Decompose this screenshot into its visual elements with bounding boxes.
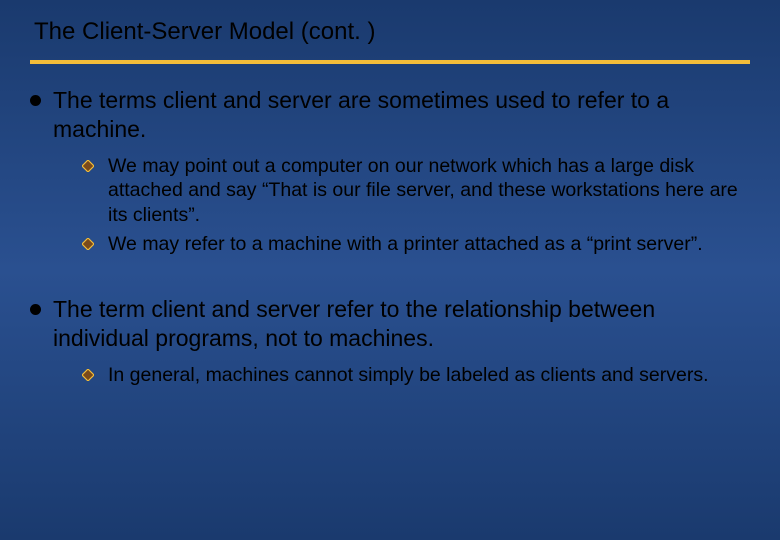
sub-bullet-text: We may point out a computer on our netwo… [108,154,750,229]
sub-bullet-group: We may point out a computer on our netwo… [82,154,750,258]
bullet-text: The terms client and server are sometime… [53,86,750,144]
bullet-level2: In general, machines cannot simply be la… [82,363,750,388]
bullet-dot-icon [30,304,41,315]
slide-title: The Client-Server Model (cont. ) [34,18,750,46]
bullet-text: The term client and server refer to the … [53,295,750,353]
slide: The Client-Server Model (cont. ) The ter… [0,0,780,540]
diamond-icon [82,160,94,172]
bullet-level2: We may point out a computer on our netwo… [82,154,750,229]
bullet-dot-icon [30,95,41,106]
diamond-icon [82,369,94,381]
bullet-level2: We may refer to a machine with a printer… [82,232,750,257]
bullet-level1: The terms client and server are sometime… [30,86,750,144]
title-divider [30,60,750,64]
diamond-icon [82,238,94,250]
sub-bullet-group: In general, machines cannot simply be la… [82,363,750,388]
sub-bullet-text: In general, machines cannot simply be la… [108,363,709,388]
bullet-level1: The term client and server refer to the … [30,295,750,353]
sub-bullet-text: We may refer to a machine with a printer… [108,232,703,257]
